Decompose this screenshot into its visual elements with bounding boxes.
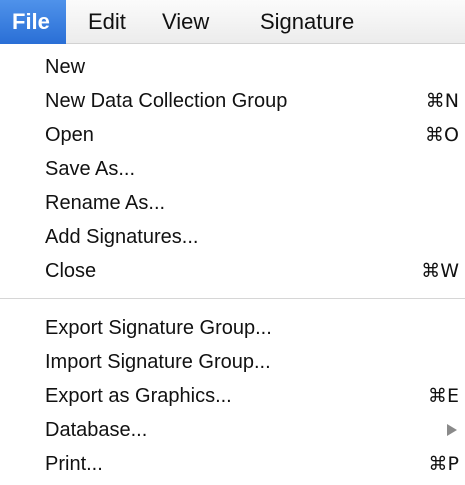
menu-item-export-as-graphics[interactable]: Export as Graphics... ⌘E bbox=[0, 379, 465, 413]
menu-item-print[interactable]: Print... ⌘P bbox=[0, 447, 465, 481]
menu-item-export-signature-group[interactable]: Export Signature Group... bbox=[0, 311, 465, 345]
shortcut-label: ⌘P bbox=[428, 453, 459, 475]
menu-item-label: Save As... bbox=[45, 158, 136, 180]
menu-edit[interactable]: Edit bbox=[76, 0, 138, 44]
menu-bar: File Edit View Signature bbox=[0, 0, 465, 44]
menu-item-rename-as[interactable]: Rename As... bbox=[0, 186, 465, 220]
menu-item-open[interactable]: Open ⌘O bbox=[0, 118, 465, 152]
submenu-arrow-icon bbox=[447, 424, 457, 436]
menu-item-label: Rename As... bbox=[45, 192, 166, 214]
menu-item-import-signature-group[interactable]: Import Signature Group... bbox=[0, 345, 465, 379]
menu-item-label: Export as Graphics... bbox=[45, 385, 232, 407]
menu-item-new-data-collection-group[interactable]: New Data Collection Group ⌘N bbox=[0, 84, 465, 118]
menu-item-save-as[interactable]: Save As... bbox=[0, 152, 465, 186]
menu-item-label: New Data Collection Group bbox=[45, 90, 288, 112]
menu-file[interactable]: File bbox=[0, 0, 66, 44]
shortcut-label: ⌘O bbox=[425, 124, 459, 146]
menu-item-label: New bbox=[45, 56, 86, 78]
menu-separator bbox=[0, 298, 465, 299]
menu-item-add-signatures[interactable]: Add Signatures... bbox=[0, 220, 465, 254]
file-menu-dropdown: New New Data Collection Group ⌘N Open ⌘O… bbox=[0, 44, 465, 485]
menu-item-label: Open bbox=[45, 124, 94, 146]
menu-item-database[interactable]: Database... bbox=[0, 413, 465, 447]
menu-item-label: Export Signature Group... bbox=[45, 317, 272, 339]
menu-view[interactable]: View bbox=[150, 0, 221, 44]
shortcut-label: ⌘W bbox=[421, 260, 459, 282]
menu-item-label: Print... bbox=[45, 453, 103, 475]
menu-signature[interactable]: Signature bbox=[248, 0, 366, 44]
menu-item-close[interactable]: Close ⌘W bbox=[0, 254, 465, 288]
menu-item-label: Database... bbox=[45, 419, 148, 441]
menu-item-label: Add Signatures... bbox=[45, 226, 199, 248]
menu-item-new[interactable]: New bbox=[0, 50, 465, 84]
menu-item-label: Close bbox=[45, 260, 97, 282]
shortcut-label: ⌘E bbox=[427, 385, 459, 407]
menu-item-label: Import Signature Group... bbox=[45, 351, 271, 373]
shortcut-label: ⌘N bbox=[425, 90, 459, 112]
